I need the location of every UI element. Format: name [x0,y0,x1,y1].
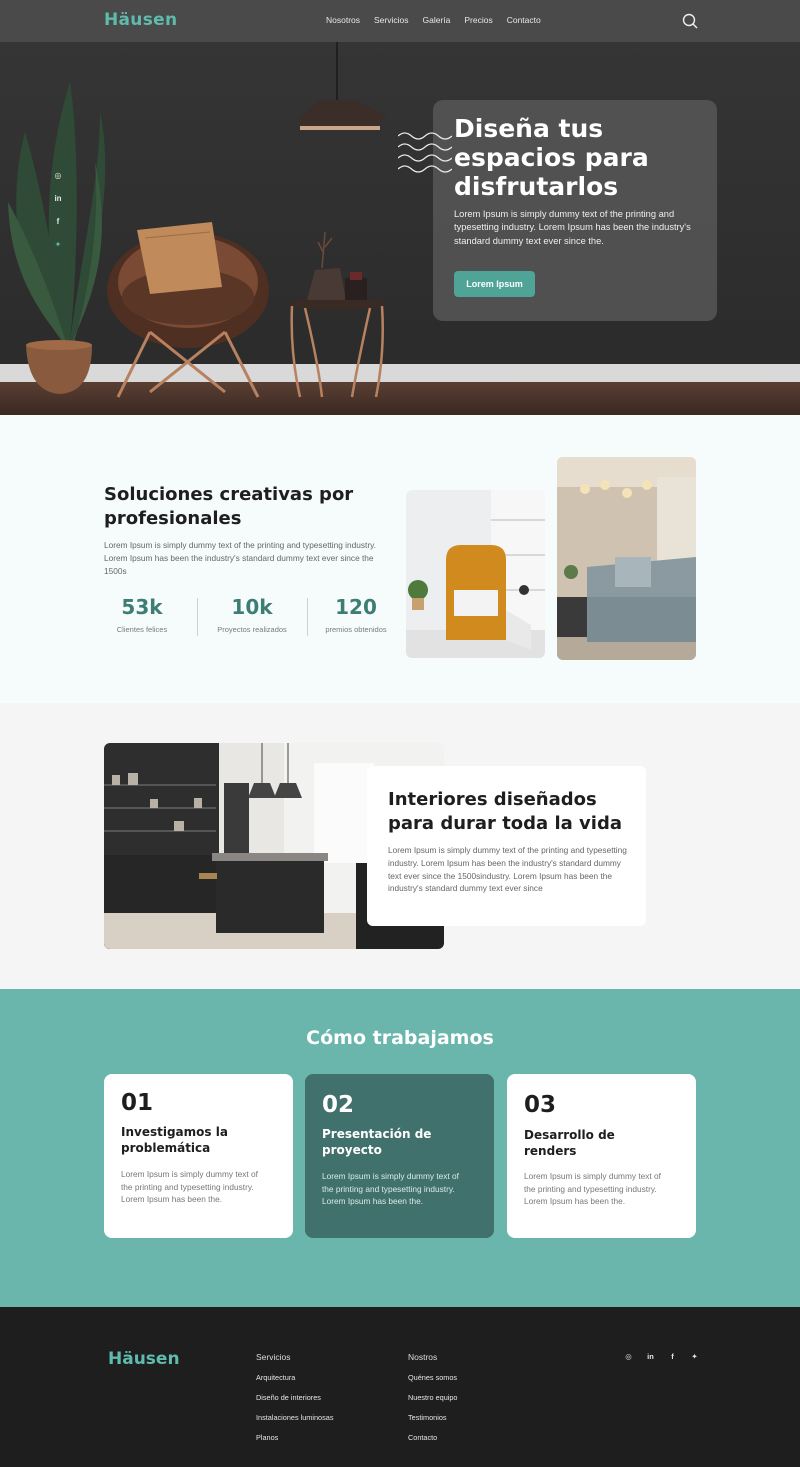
solutions-text: Lorem Ipsum is simply dummy text of the … [104,540,376,576]
work-card-number: 03 [524,1092,557,1118]
footer-about-heading: Nostros [408,1352,438,1362]
top-nav: Häusen Nosotros Servicios Galería Precio… [0,0,800,42]
footer-link-instalaciones[interactable]: Instalaciones luminosas [256,1413,333,1422]
work-card-1: 01 Investigamos la problemática Lorem Ip… [104,1074,293,1238]
work-card-title: Investigamos la problemática [121,1125,228,1155]
twitter-icon[interactable]: ✦ [52,239,64,251]
hero-title: Diseña tus espacios para disfrutarlos [454,114,649,201]
interiors-text: Lorem Ipsum is simply dummy text of the … [388,845,627,894]
work-card-title: Presentación de proyecto [322,1127,432,1157]
hero-card: Diseña tus espacios para disfrutarlos Lo… [433,100,717,321]
stat-awards: 120 premios obtenidos [306,595,406,634]
footer-link-equipo[interactable]: Nuestro equipo [408,1393,458,1402]
footer-link-arquitectura[interactable]: Arquitectura [256,1373,333,1382]
work-card-text: Lorem Ipsum is simply dummy text of the … [322,1171,459,1207]
hero-section: ◎ in f ✦ Diseña tus espacios para disfru… [0,42,800,415]
work-card-text: Lorem Ipsum is simply dummy text of the … [121,1169,258,1205]
search-icon[interactable] [682,13,698,29]
hero-social-links: ◎ in f ✦ [52,170,64,251]
facebook-icon[interactable]: f [52,216,64,228]
solutions-title: Soluciones creativas por profesionales [104,484,354,529]
stat-label: premios obtenidos [325,625,387,634]
footer-link-testimonios[interactable]: Testimonios [408,1413,458,1422]
footer-link-quienes-somos[interactable]: Quénes somos [408,1373,458,1382]
hero-cta-button[interactable]: Lorem Ipsum [454,271,535,297]
footer-services-heading: Servicios [256,1352,291,1362]
instagram-icon[interactable]: ◎ [624,1352,633,1361]
twitter-icon[interactable]: ✦ [690,1352,699,1361]
footer: Häusen Servicios Arquitectura Diseño de … [0,1307,800,1467]
footer-logo[interactable]: Häusen [108,1349,180,1369]
how-we-work-section: Cómo trabajamos 01 Investigamos la probl… [0,989,800,1307]
stat-clients: 53k Clientes felices [92,595,192,634]
brand-logo[interactable]: Häusen [104,10,177,30]
stat-projects: 10k Proyectos realizados [202,595,302,634]
interiors-card: Interiores diseñados para durar toda la … [367,766,646,926]
linkedin-icon[interactable]: in [646,1352,655,1361]
stat-value: 120 [335,595,377,619]
interiors-section: Interiores diseñados para durar toda la … [0,703,800,989]
work-card-number: 02 [322,1092,355,1118]
waves-decoration-icon [398,132,452,173]
armchair-photo [406,490,545,658]
living-room-photo [557,457,696,660]
solutions-section: Soluciones creativas por profesionales L… [0,415,800,703]
footer-about: Nostros Quénes somos Nuestro equipo Test… [408,1352,458,1453]
instagram-icon[interactable]: ◎ [52,170,64,182]
nav-link-servicios[interactable]: Servicios [374,15,408,25]
nav-link-precios[interactable]: Precios [464,15,492,25]
work-card-number: 01 [121,1090,154,1116]
work-title: Cómo trabajamos [306,1027,494,1049]
footer-social-links: ◎ in f ✦ [624,1352,699,1361]
stat-label: Clientes felices [116,625,168,634]
stat-value: 10k [231,595,273,619]
nav-link-galeria[interactable]: Galería [423,15,451,25]
interiors-title: Interiores diseñados para durar toda la … [388,789,622,834]
work-card-2: 02 Presentación de proyecto Lorem Ipsum … [305,1074,494,1238]
footer-link-planos[interactable]: Planos [256,1433,333,1442]
nav-link-contacto[interactable]: Contacto [507,15,541,25]
footer-services: Servicios Arquitectura Diseño de interio… [256,1352,333,1453]
footer-link-diseno-interiores[interactable]: Diseño de interiores [256,1393,333,1402]
stat-value: 53k [121,595,163,619]
hero-text: Lorem Ipsum is simply dummy text of the … [454,209,691,246]
stat-divider [197,598,198,636]
facebook-icon[interactable]: f [668,1352,677,1361]
nav-links: Nosotros Servicios Galería Precios Conta… [326,15,541,25]
work-card-text: Lorem Ipsum is simply dummy text of the … [524,1171,661,1207]
stat-label: Proyectos realizados [217,625,287,634]
work-card-title: Desarrollo de renders [524,1128,615,1158]
work-card-3: 03 Desarrollo de renders Lorem Ipsum is … [507,1074,696,1238]
footer-link-contacto[interactable]: Contacto [408,1433,458,1442]
nav-link-nosotros[interactable]: Nosotros [326,15,360,25]
linkedin-icon[interactable]: in [52,193,64,205]
